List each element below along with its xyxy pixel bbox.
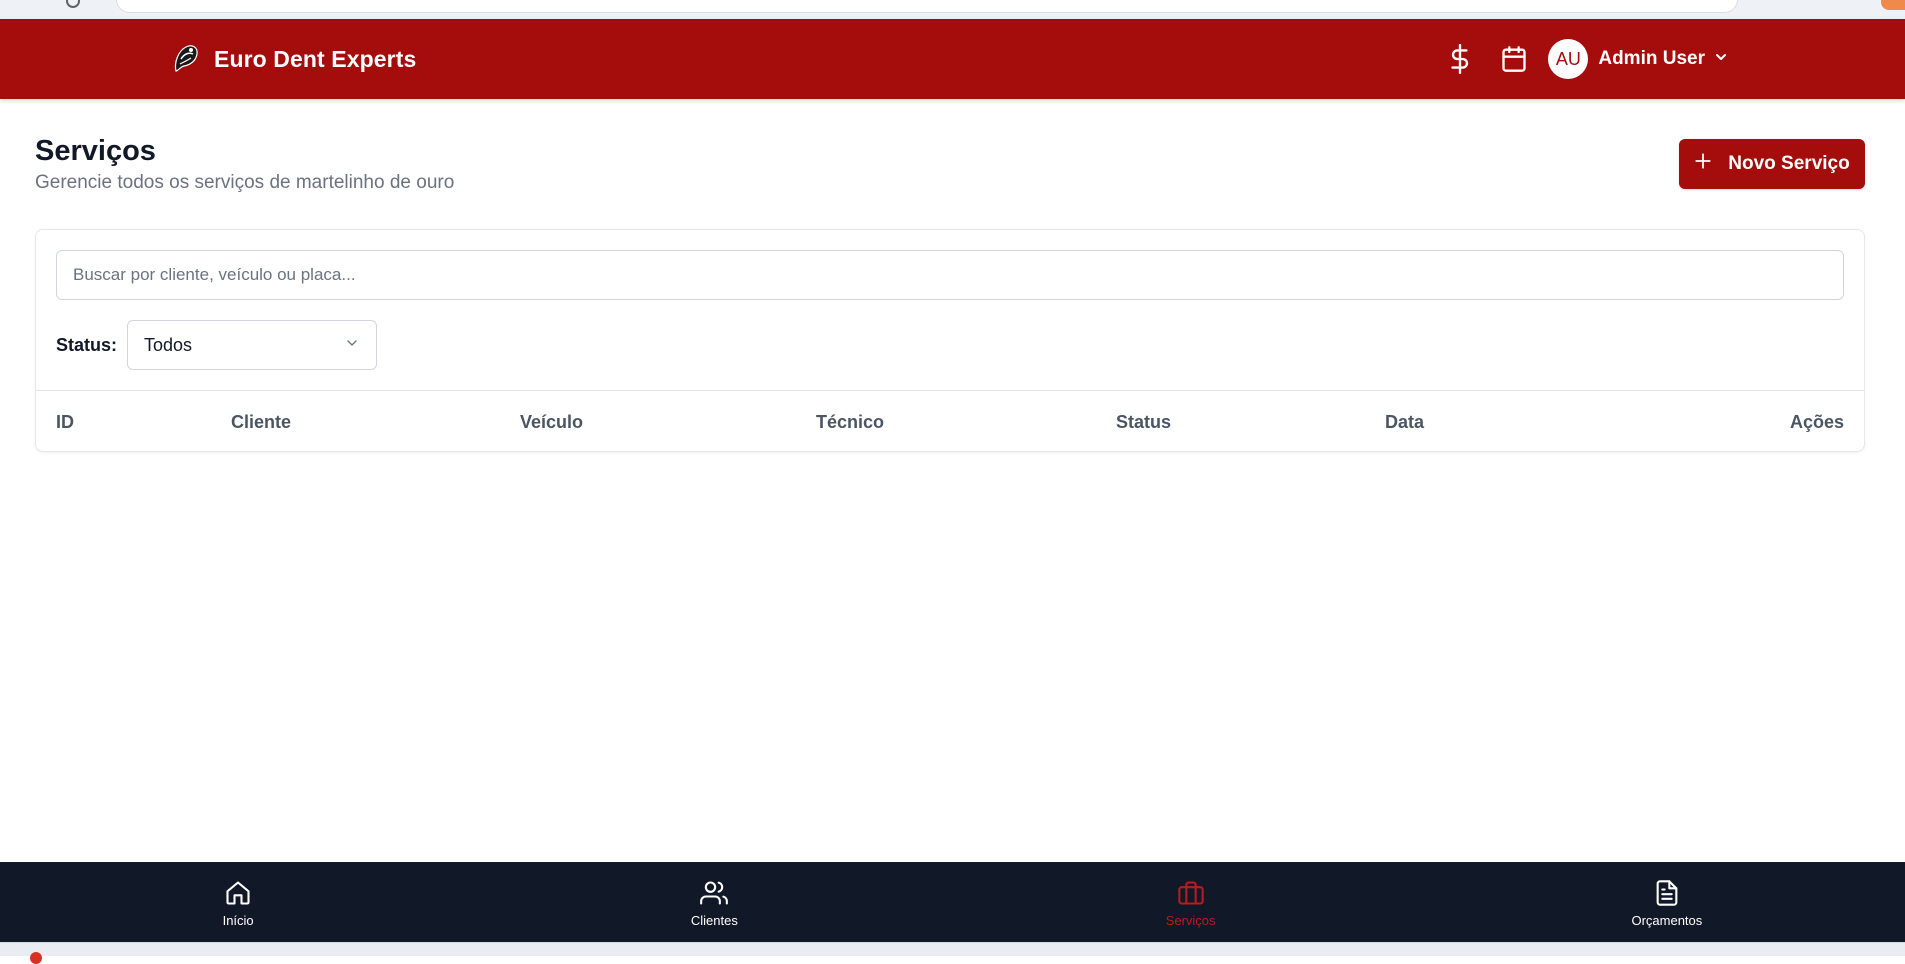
table-header: ID Cliente Veículo Técnico Status Data A… <box>36 390 1864 452</box>
avatar: AU <box>1548 39 1589 79</box>
document-icon <box>1651 877 1683 909</box>
page-header: Serviços Gerencie todos os serviços de m… <box>35 133 454 196</box>
status-filter: Status: Todos <box>56 320 378 370</box>
app-header: Euro Dent Experts AU Admin User <box>0 19 1905 99</box>
header-actions: AU Admin User <box>1444 39 1729 79</box>
nav-label: Orçamentos <box>1631 912 1703 928</box>
bottom-nav: Início Clientes Serviços Orçamentos <box>0 862 1905 942</box>
user-menu[interactable]: AU Admin User <box>1548 39 1729 79</box>
brand-logo-icon <box>170 41 202 77</box>
column-header-acoes: Ações <box>1789 412 1844 432</box>
new-service-button[interactable]: Novo Serviço <box>1679 139 1865 189</box>
nav-item-inicio[interactable]: Início <box>0 862 476 942</box>
home-icon <box>222 877 254 909</box>
chevron-down-icon <box>1713 49 1729 70</box>
status-select[interactable]: Todos <box>127 320 378 370</box>
column-header-data[interactable]: Data <box>1385 391 1424 453</box>
status-label: Status: <box>56 334 118 355</box>
nav-label: Serviços <box>1165 912 1216 928</box>
column-header-id[interactable]: ID <box>56 391 74 453</box>
browser-url-bar[interactable] <box>116 0 1738 13</box>
nav-item-clientes[interactable]: Clientes <box>476 862 952 942</box>
new-service-label: Novo Serviço <box>1728 153 1850 174</box>
browser-bottom-strip <box>0 942 1905 964</box>
column-header-veiculo[interactable]: Veículo <box>520 391 583 453</box>
nav-label: Clientes <box>690 912 738 928</box>
user-name: Admin User <box>1598 48 1705 69</box>
nav-item-servicos[interactable]: Serviços <box>953 862 1429 942</box>
dollar-icon[interactable] <box>1444 43 1476 75</box>
notification-dot-icon <box>30 952 42 964</box>
page-subtitle: Gerencie todos os serviços de martelinho… <box>35 172 455 193</box>
browser-toolbar <box>0 0 1905 19</box>
status-selected-value: Todos <box>144 334 193 355</box>
users-icon <box>698 877 730 909</box>
browser-extension-icon[interactable] <box>1881 0 1905 10</box>
column-header-cliente[interactable]: Cliente <box>231 391 291 453</box>
search-input[interactable] <box>56 250 1844 300</box>
column-header-tecnico[interactable]: Técnico <box>816 391 884 453</box>
column-header-status[interactable]: Status <box>1116 391 1171 453</box>
nav-label: Início <box>222 912 254 928</box>
page-title: Serviços <box>35 135 156 167</box>
calendar-icon[interactable] <box>1498 43 1530 75</box>
browser-info-icon[interactable] <box>66 0 80 8</box>
nav-item-orcamentos[interactable]: Orçamentos <box>1429 862 1905 942</box>
services-card: Status: Todos ID Cliente Veículo Técnico… <box>35 229 1865 452</box>
brand-name: Euro Dent Experts <box>214 45 417 72</box>
briefcase-icon <box>1175 877 1207 909</box>
plus-icon <box>1694 152 1712 176</box>
brand[interactable]: Euro Dent Experts <box>170 39 416 79</box>
chevron-down-icon <box>344 335 360 356</box>
